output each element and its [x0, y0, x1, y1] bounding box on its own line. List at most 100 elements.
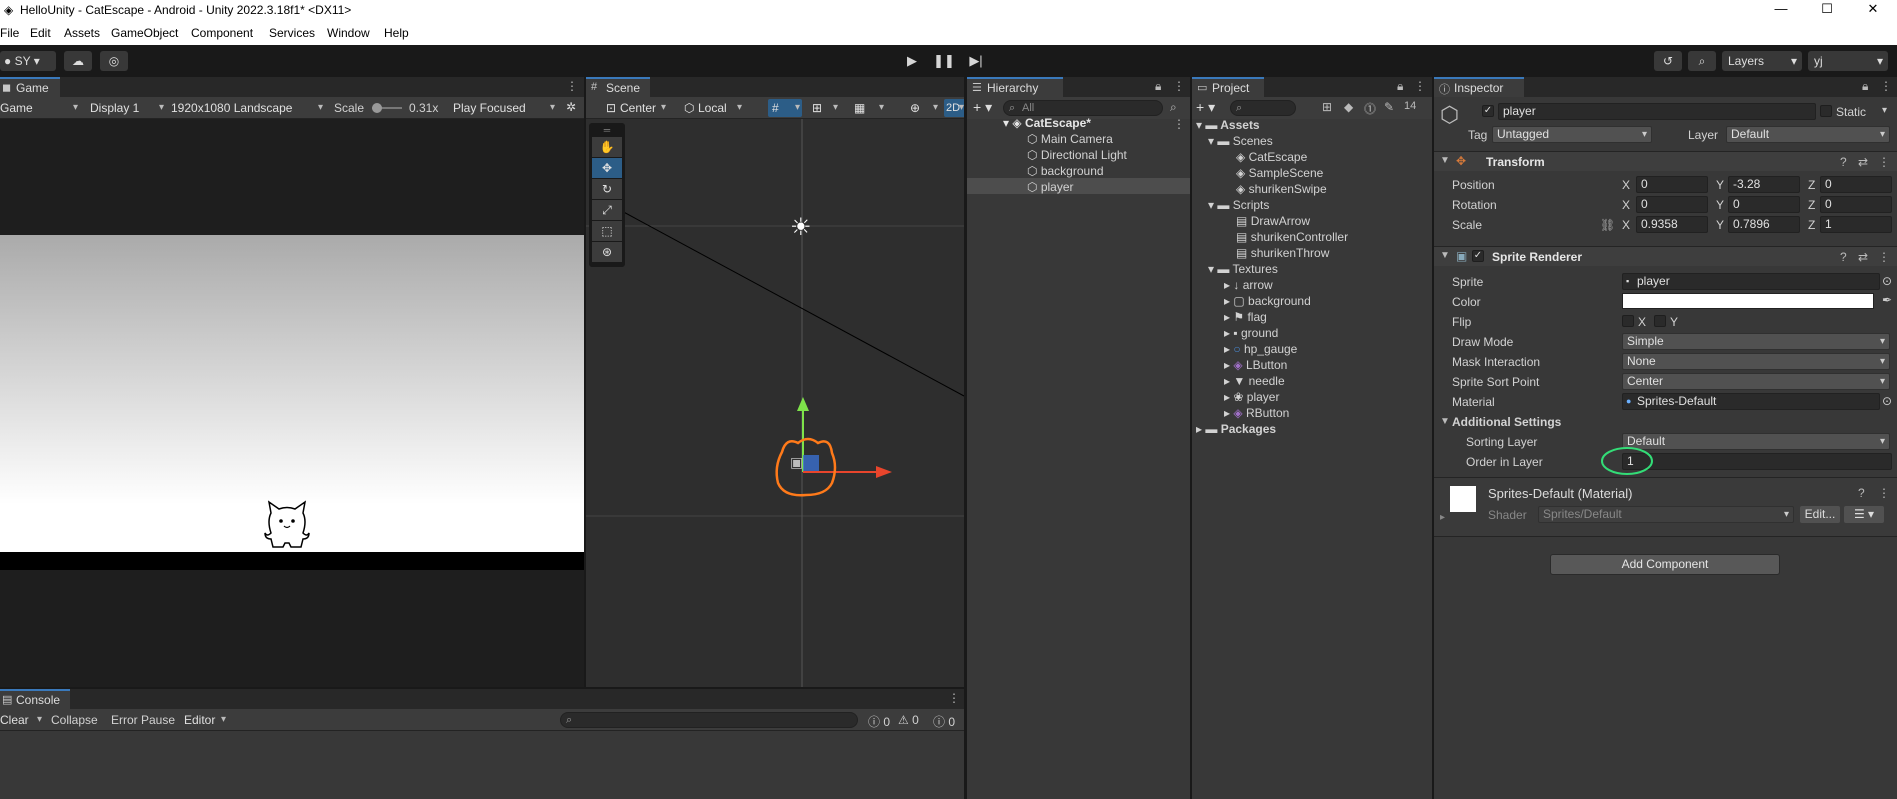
- component-menu-icon[interactable]: ⋮: [1878, 250, 1890, 264]
- tab-hierarchy[interactable]: ☰ Hierarchy: [967, 77, 1063, 97]
- menu-window[interactable]: Window: [327, 26, 370, 40]
- grid-snap-button[interactable]: #: [768, 99, 802, 117]
- position-z-field[interactable]: 0: [1820, 176, 1892, 193]
- static-checkbox[interactable]: [1820, 105, 1832, 117]
- additional-settings-foldout[interactable]: Additional Settings: [1452, 415, 1561, 429]
- edit-shader-button[interactable]: Edit...: [1800, 506, 1840, 523]
- error-pause-button[interactable]: Error Pause: [111, 713, 175, 727]
- game-mode-dropdown[interactable]: Game: [0, 99, 80, 117]
- close-button[interactable]: ✕: [1850, 0, 1896, 21]
- color-swatch[interactable]: [1622, 293, 1874, 309]
- collab-button[interactable]: ◎: [100, 51, 128, 71]
- filter-type-icon[interactable]: ⊞: [1322, 100, 1332, 114]
- collapse-button[interactable]: Collapse: [51, 713, 98, 727]
- order-in-layer-field[interactable]: 1: [1622, 453, 1892, 470]
- sorting-layer-dropdown[interactable]: Default: [1622, 433, 1890, 450]
- display-dropdown[interactable]: Display 1: [90, 99, 166, 117]
- warning-filter-icon[interactable]: ⓵: [1364, 100, 1376, 117]
- hierarchy-item-background[interactable]: ⬡ background: [1027, 164, 1104, 178]
- search-button[interactable]: ⌕: [1688, 51, 1716, 71]
- tab-game[interactable]: ◼ Game: [0, 77, 60, 97]
- console-search-input[interactable]: [560, 712, 858, 728]
- inspector-menu-icon[interactable]: ⋮: [1880, 79, 1892, 93]
- scene-root-item[interactable]: ▾ ◈ CatEscape*: [1003, 116, 1091, 130]
- menu-assets[interactable]: Assets: [64, 26, 100, 40]
- step-button[interactable]: ▶|: [964, 50, 988, 72]
- cloud-button[interactable]: ☁: [64, 51, 92, 71]
- directional-light-icon[interactable]: ☀: [790, 213, 812, 242]
- pivot-dropdown[interactable]: ⊡ Center: [604, 99, 668, 117]
- hidden-packages-icon[interactable]: ✎: [1384, 100, 1394, 114]
- flip-x-checkbox[interactable]: [1622, 315, 1634, 327]
- help-icon[interactable]: ?: [1858, 486, 1865, 500]
- bug-icon[interactable]: ✲: [566, 100, 576, 114]
- texture-asset[interactable]: ▸ ⚑ flag: [1224, 310, 1267, 324]
- position-x-label[interactable]: X: [1622, 178, 1630, 192]
- object-picker-icon[interactable]: ⊙: [1882, 274, 1892, 288]
- history-button[interactable]: ↺: [1654, 51, 1682, 71]
- position-x-field[interactable]: 0: [1636, 176, 1708, 193]
- hand-tool-button[interactable]: ✋: [592, 137, 622, 157]
- toggle-2d-button[interactable]: 2D: [944, 99, 964, 117]
- scale-slider-handle[interactable]: [372, 103, 382, 113]
- menu-services[interactable]: Services: [269, 26, 315, 40]
- menu-edit[interactable]: Edit: [30, 26, 51, 40]
- assets-folder[interactable]: ▾ ▬ Assets: [1196, 118, 1260, 132]
- scale-slider[interactable]: [372, 103, 402, 113]
- sprite-sort-point-dropdown[interactable]: Center: [1622, 373, 1890, 390]
- texture-asset[interactable]: ▸ ○ hp_gauge: [1224, 342, 1297, 356]
- draw-mode-dropdown[interactable]: ⊕: [906, 99, 940, 117]
- hierarchy-item-directional-light[interactable]: ⬡ Directional Light: [1027, 148, 1127, 162]
- lock-icon[interactable]: 🔒︎: [1862, 79, 1868, 94]
- game-viewport[interactable]: [0, 119, 584, 687]
- expand-arrow-icon[interactable]: ▸: [1440, 512, 1445, 523]
- maximize-button[interactable]: ☐: [1804, 0, 1850, 21]
- pause-button[interactable]: ❚❚: [932, 50, 956, 72]
- object-name-field[interactable]: player: [1498, 103, 1816, 120]
- transform-tool-button[interactable]: ⊛: [592, 242, 622, 262]
- preset-icon[interactable]: ⇄: [1858, 155, 1868, 169]
- minimize-button[interactable]: —: [1758, 0, 1804, 21]
- sprite-renderer-enabled-checkbox[interactable]: ✓: [1472, 250, 1484, 262]
- component-menu-icon[interactable]: ⋮: [1878, 155, 1890, 169]
- material-field[interactable]: ● Sprites-Default: [1622, 393, 1880, 410]
- draw-mode-dropdown[interactable]: Simple: [1622, 333, 1890, 350]
- position-y-field[interactable]: -3.28: [1728, 176, 1800, 193]
- scale-y-field[interactable]: 0.7896: [1728, 216, 1800, 233]
- scale-x-field[interactable]: 0.9358: [1636, 216, 1708, 233]
- packages-folder[interactable]: ▸ ▬ Packages: [1196, 422, 1276, 436]
- layer-dropdown[interactable]: Default: [1726, 126, 1890, 143]
- info-count[interactable]: ⓘ 0: [868, 713, 890, 730]
- shader-dropdown[interactable]: Sprites/Default: [1538, 506, 1794, 523]
- play-focused-dropdown[interactable]: Play Focused: [453, 99, 557, 117]
- eyedropper-icon[interactable]: ✒: [1882, 293, 1892, 307]
- resolution-dropdown[interactable]: 1920x1080 Landscape: [171, 99, 325, 117]
- shader-options-dropdown[interactable]: ☰ ▾: [1844, 506, 1884, 523]
- rotation-y-field[interactable]: 0: [1728, 196, 1800, 213]
- textures-folder[interactable]: ▾ ▬ Textures: [1208, 262, 1278, 276]
- position-z-label[interactable]: Z: [1808, 178, 1815, 192]
- help-icon[interactable]: ?: [1840, 250, 1847, 264]
- collapse-arrow-icon[interactable]: ▼: [1440, 416, 1450, 427]
- space-dropdown[interactable]: ⬡ Local: [682, 99, 744, 117]
- static-dropdown[interactable]: ▾: [1882, 105, 1887, 116]
- object-picker-icon[interactable]: ⊙: [1882, 394, 1892, 408]
- snap-increment-dropdown[interactable]: ⊞: [808, 99, 840, 117]
- flip-y-checkbox[interactable]: [1654, 315, 1666, 327]
- game-menu-icon[interactable]: ⋮: [566, 79, 578, 93]
- scale-z-label[interactable]: Z: [1808, 218, 1815, 232]
- rotation-z-label[interactable]: Z: [1808, 198, 1815, 212]
- search-filter-icon[interactable]: ⌕: [1170, 100, 1177, 115]
- hierarchy-search-input[interactable]: All: [1003, 100, 1163, 116]
- move-tool-button[interactable]: ✥: [592, 158, 622, 178]
- editor-dropdown[interactable]: Editor: [184, 711, 228, 729]
- rotation-x-field[interactable]: 0: [1636, 196, 1708, 213]
- scenes-folder[interactable]: ▾ ▬ Scenes: [1208, 134, 1273, 148]
- scripts-folder[interactable]: ▾ ▬ Scripts: [1208, 198, 1269, 212]
- play-button[interactable]: ▶: [900, 50, 924, 72]
- scale-tool-button[interactable]: ⤢: [592, 200, 622, 220]
- camera-gizmo-icon[interactable]: ▣: [790, 454, 803, 471]
- rotation-z-field[interactable]: 0: [1820, 196, 1892, 213]
- texture-asset[interactable]: ▸ ◈ LButton: [1224, 358, 1287, 372]
- hierarchy-item-player[interactable]: ⬡ player: [1027, 180, 1074, 194]
